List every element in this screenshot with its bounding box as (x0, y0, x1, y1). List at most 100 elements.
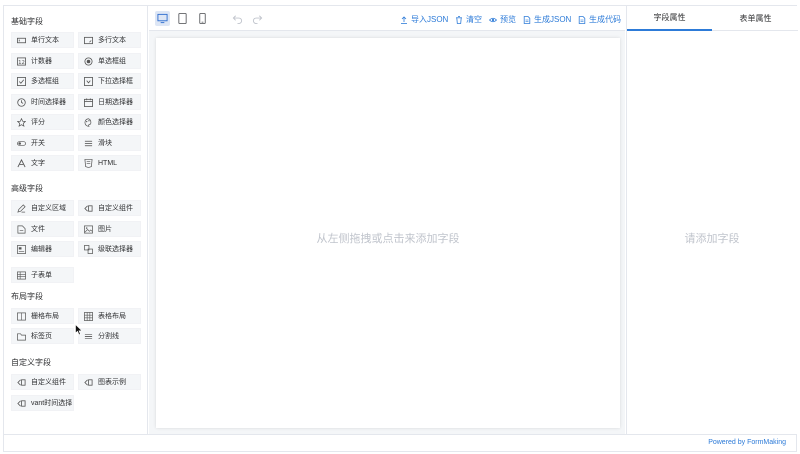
preview-button[interactable]: 预览 (489, 14, 516, 25)
field-item-date[interactable]: 日期选择器 (78, 94, 141, 110)
select-icon (84, 76, 93, 86)
upload-icon (400, 15, 408, 24)
field-item-input[interactable]: 单行文本 (11, 32, 74, 48)
field-item-label: 文件 (31, 226, 45, 233)
field-item-divider[interactable]: 分割线 (78, 328, 141, 344)
field-item-label: 标签页 (31, 333, 52, 340)
field-item-checkbox[interactable]: 多选框组 (11, 73, 74, 89)
group-title-advanced: 高级字段 (11, 184, 43, 193)
field-item-slider[interactable]: 滑块 (78, 135, 141, 151)
clear-button[interactable]: 清空 (455, 14, 482, 25)
field-item-label: 多选框组 (31, 78, 59, 85)
pc-view-button[interactable] (155, 11, 170, 26)
eye-icon (489, 16, 497, 24)
field-item-label: 颜色选择器 (98, 119, 133, 126)
subform-icon (17, 271, 26, 280)
field-item-radio[interactable]: 单选框组 (78, 53, 141, 69)
component-icon (17, 378, 26, 387)
field-item-label: 滑块 (98, 140, 112, 147)
field-item-label: 评分 (31, 119, 45, 126)
group-title-custom: 自定义字段 (11, 358, 51, 367)
field-item-label: 编辑器 (31, 246, 52, 253)
footer: Powered by FormMaking (4, 434, 796, 451)
field-item-label: 自定义组件 (31, 379, 66, 386)
properties-empty-tip: 请添加字段 (684, 233, 740, 245)
field-item-label: 日期选择器 (98, 99, 133, 106)
properties-tabs: 字段属性 表单属性 (627, 6, 798, 31)
field-item-grid[interactable]: 栅格布局 (11, 308, 74, 324)
field-item-label: 表格布局 (98, 313, 126, 320)
field-item-custom-component[interactable]: 自定义组件 (78, 200, 141, 216)
palette-icon (84, 117, 93, 127)
undo-button[interactable] (230, 11, 245, 26)
design-area: 导入JSON 清空 预览 生成JSON 生成代码 从左侧拖拽或点击来添加字段 (149, 6, 625, 434)
svg-text:12: 12 (18, 59, 25, 65)
field-item-file[interactable]: 文件 (11, 221, 74, 237)
field-item-vant-time[interactable]: vant时间选择 (11, 395, 74, 411)
redo-icon (252, 15, 263, 24)
star-icon (17, 117, 26, 127)
field-item-label: 时间选择器 (31, 99, 66, 106)
generate-json-label: 生成JSON (534, 15, 572, 24)
field-item-label: 自定义区域 (31, 205, 66, 212)
properties-panel: 字段属性 表单属性 请添加字段 (626, 6, 798, 434)
tab-form-properties[interactable]: 表单属性 (713, 6, 798, 31)
field-item-color[interactable]: 颜色选择器 (78, 114, 141, 130)
file-icon (17, 225, 26, 234)
document-icon (523, 15, 531, 24)
tablet-view-button[interactable] (175, 11, 190, 26)
field-item-text[interactable]: 文字 (11, 155, 74, 171)
field-item-select[interactable]: 下拉选择框 (78, 73, 141, 89)
preview-label: 预览 (500, 15, 516, 24)
trash-icon (455, 15, 463, 24)
grid-icon (17, 312, 26, 321)
generate-json-button[interactable]: 生成JSON (523, 14, 571, 25)
form-canvas[interactable]: 从左侧拖拽或点击来添加字段 (156, 38, 620, 428)
field-item-switch[interactable]: 开关 (11, 135, 74, 151)
field-item-image[interactable]: 图片 (78, 221, 141, 237)
component-icon (84, 378, 93, 387)
generate-code-label: 生成代码 (589, 15, 621, 24)
import-json-button[interactable]: 导入JSON (400, 14, 448, 25)
switch-icon (17, 139, 26, 148)
generate-code-button[interactable]: 生成代码 (578, 14, 621, 25)
group-title-layout: 布局字段 (11, 292, 43, 301)
field-palette: 基础字段 单行文本 多行文本 12 计数器 单选框组 多选框组 下拉选择框 时间… (4, 6, 148, 434)
table-icon (84, 311, 93, 321)
field-item-label: 下拉选择框 (98, 78, 133, 85)
field-item-html[interactable]: HTML (78, 155, 141, 171)
html-icon (84, 158, 93, 168)
cascader-icon (84, 244, 93, 254)
divider-icon (84, 332, 93, 341)
text-icon (17, 158, 26, 168)
field-item-subform[interactable]: 子表单 (11, 267, 74, 283)
clock-icon (17, 97, 26, 107)
tab-field-properties[interactable]: 字段属性 (627, 6, 712, 31)
field-item-time[interactable]: 时间选择器 (11, 94, 74, 110)
field-item-label: 栅格布局 (31, 313, 59, 320)
field-item-label: 单选框组 (98, 58, 126, 65)
mobile-view-button[interactable] (195, 11, 210, 26)
field-item-chart-example[interactable]: 图表示例 (78, 374, 141, 390)
field-item-custom-area[interactable]: 自定义区域 (11, 200, 74, 216)
mobile-icon (199, 13, 206, 24)
counter-icon: 12 (17, 56, 26, 66)
tablet-icon (178, 13, 187, 24)
component-icon (17, 399, 26, 408)
canvas-empty-tip: 从左侧拖拽或点击来添加字段 (316, 233, 460, 245)
powered-by-link[interactable]: Powered by FormMaking (708, 439, 786, 446)
field-item-custom-component-2[interactable]: 自定义组件 (11, 374, 74, 390)
field-item-rate[interactable]: 评分 (11, 114, 74, 130)
field-item-tabs[interactable]: 标签页 (11, 328, 74, 344)
field-item-textarea[interactable]: 多行文本 (78, 32, 141, 48)
field-item-label: 计数器 (31, 58, 52, 65)
field-item-editor[interactable]: 编辑器 (11, 241, 74, 257)
field-item-cascader[interactable]: 级联选择器 (78, 241, 141, 257)
input-icon (17, 36, 26, 45)
field-item-table[interactable]: 表格布局 (78, 308, 141, 324)
redo-button[interactable] (250, 11, 265, 26)
radio-icon (84, 56, 93, 66)
mouse-cursor-icon (75, 324, 83, 336)
field-item-counter[interactable]: 12 计数器 (11, 53, 74, 69)
group-title-basic: 基础字段 (11, 17, 43, 26)
